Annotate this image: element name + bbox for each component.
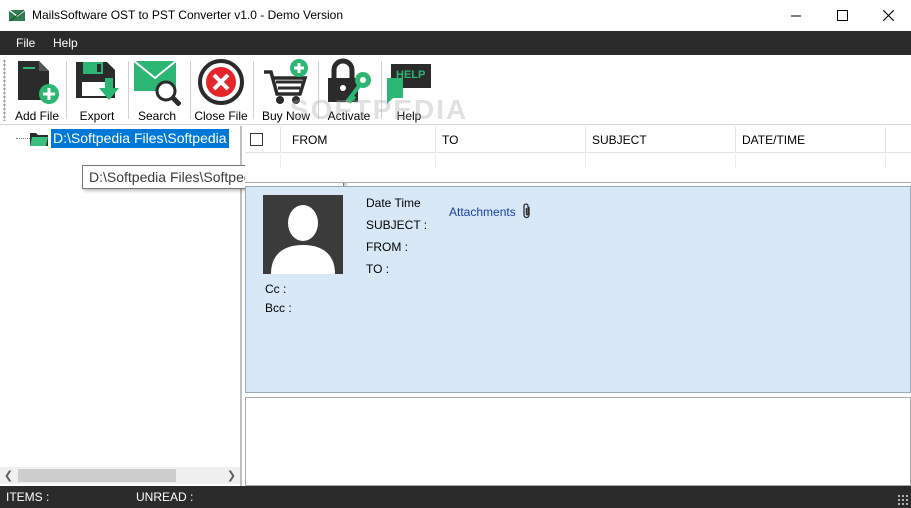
cc-label: Cc : <box>265 282 287 296</box>
mail-body-pane[interactable] <box>245 397 911 486</box>
paperclip-icon[interactable] <box>521 203 533 219</box>
grid-header: FROM TO SUBJECT DATE/TIME <box>245 127 911 153</box>
grid-cell <box>245 154 281 168</box>
scroll-right-icon[interactable]: ❯ <box>223 467 240 484</box>
search-button[interactable]: Search <box>132 57 182 123</box>
toolbar-separator <box>66 61 67 119</box>
minimize-icon <box>790 15 801 17</box>
close-icon <box>882 10 894 21</box>
grid-cell <box>281 154 436 168</box>
mail-preview-pane: Date Time SUBJECT : FROM : TO : Cc : Bcc… <box>245 186 911 393</box>
column-from[interactable]: FROM <box>281 127 436 153</box>
grid-empty-row <box>245 154 911 168</box>
close-window-button[interactable] <box>865 0 911 31</box>
search-mail-icon <box>133 59 181 106</box>
toolbar-separator <box>253 61 254 119</box>
menu-file[interactable]: File <box>16 36 35 50</box>
from-label: FROM : <box>366 240 408 254</box>
search-label: Search <box>137 109 177 123</box>
sender-avatar <box>263 195 343 274</box>
scroll-left-icon[interactable]: ❮ <box>0 467 17 484</box>
menu-help[interactable]: Help <box>53 36 78 50</box>
maximize-icon <box>836 10 848 21</box>
select-all-checkbox[interactable] <box>250 133 263 146</box>
user-silhouette-icon <box>271 205 335 274</box>
bcc-label: Bcc : <box>265 301 292 315</box>
add-file-label: Add File <box>14 109 60 123</box>
to-label: TO : <box>366 262 390 276</box>
add-file-icon <box>18 60 59 104</box>
status-bar: ITEMS : UNREAD : <box>0 486 911 508</box>
attachments-link[interactable]: Attachments <box>449 205 516 219</box>
window-title: MailsSoftware OST to PST Converter v1.0 … <box>32 8 344 22</box>
column-date-time[interactable]: DATE/TIME <box>736 127 886 153</box>
resize-grip-icon[interactable] <box>897 494 909 506</box>
grid-cell <box>436 154 586 168</box>
app-envelope-icon <box>9 9 25 22</box>
subject-label: SUBJECT : <box>366 218 428 232</box>
export-button[interactable]: Export <box>72 57 122 123</box>
minimize-button[interactable] <box>773 0 819 31</box>
close-file-button[interactable]: Close File <box>193 57 249 123</box>
grid-cell <box>586 154 736 168</box>
toolbar-separator <box>190 61 191 119</box>
add-file-button[interactable]: Add File <box>11 57 63 123</box>
tree-horizontal-scrollbar[interactable]: ❮ ❯ <box>0 467 240 484</box>
grid-cell <box>736 154 886 168</box>
items-count: ITEMS : <box>6 490 50 504</box>
toolbar-grip[interactable] <box>3 59 6 121</box>
save-export-icon <box>76 61 119 100</box>
softpedia-watermark: SOFTPEDIA <box>290 94 469 125</box>
select-all-column <box>245 127 281 153</box>
folder-icon <box>30 133 48 146</box>
tree-root-item[interactable]: D:\Softpedia Files\Softpedia <box>51 129 229 148</box>
column-to[interactable]: TO <box>436 127 586 153</box>
tree-connector <box>16 138 30 139</box>
export-label: Export <box>79 109 115 123</box>
toolbar-separator <box>128 61 129 119</box>
column-subject[interactable]: SUBJECT <box>586 127 736 153</box>
mail-list-grid: FROM TO SUBJECT DATE/TIME <box>245 127 911 183</box>
title-bar: MailsSoftware OST to PST Converter v1.0 … <box>0 0 911 31</box>
unread-count: UNREAD : <box>136 490 194 504</box>
menu-bar: File Help <box>0 31 911 55</box>
close-file-icon <box>198 58 244 105</box>
maximize-button[interactable] <box>819 0 865 31</box>
scrollbar-thumb[interactable] <box>18 469 176 482</box>
help-badge-text: HELP <box>396 69 426 81</box>
date-time-label: Date Time <box>366 196 421 210</box>
close-file-label: Close File <box>194 109 248 123</box>
